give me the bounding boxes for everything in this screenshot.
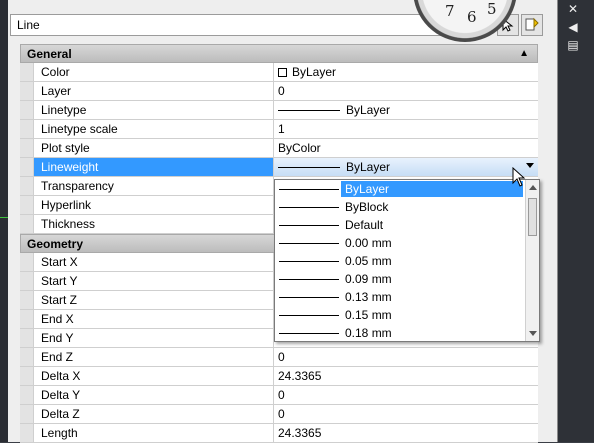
lineweight-swatch-icon	[279, 225, 339, 227]
property-name: Start Z	[34, 291, 274, 309]
dial-numeral-7: 7	[445, 2, 455, 20]
property-row-end-z[interactable]: End Z 0	[20, 348, 538, 367]
property-name: Start Y	[34, 272, 274, 290]
section-title: General	[27, 47, 72, 61]
section-general[interactable]: General ▲	[20, 44, 538, 63]
property-row-color[interactable]: Color ByLayer	[20, 63, 538, 82]
property-row-delta-z[interactable]: Delta Z 0	[20, 405, 538, 424]
scroll-up-icon[interactable]	[529, 185, 537, 190]
property-name: Linetype	[34, 101, 274, 119]
lineweight-swatch-icon	[279, 297, 339, 299]
dropdown-option[interactable]: 0.09 mm	[275, 270, 539, 288]
lineweight-swatch-icon	[279, 261, 339, 263]
scroll-down-icon[interactable]	[529, 331, 537, 336]
property-name: Hyperlink	[34, 196, 274, 214]
scroll-thumb[interactable]	[528, 198, 537, 236]
property-name: Length	[34, 424, 274, 442]
property-value[interactable]: 24.3365	[274, 424, 538, 442]
mouse-cursor-icon	[512, 167, 526, 187]
collapse-icon[interactable]: ▲	[519, 48, 529, 59]
property-name: Thickness	[34, 215, 274, 233]
property-name: Layer	[34, 82, 274, 100]
property-value[interactable]: 24.3365	[274, 367, 538, 385]
dropdown-scrollbar[interactable]	[525, 180, 539, 341]
lineweight-swatch-icon	[279, 333, 339, 335]
property-value[interactable]: 0	[274, 348, 538, 366]
color-swatch-icon	[278, 68, 287, 77]
property-name: Lineweight	[34, 158, 274, 176]
section-title: Geometry	[27, 237, 84, 251]
properties-menu-icon[interactable]: ▤	[566, 38, 580, 52]
lineweight-swatch-icon	[279, 279, 339, 281]
property-name: Delta X	[34, 367, 274, 385]
dropdown-option[interactable]: 0.18 mm	[275, 324, 539, 341]
lineweight-dropdown-list[interactable]: ByLayer ByBlock Default 0.00 mm 0.05 mm …	[274, 179, 540, 342]
property-name: Delta Z	[34, 405, 274, 423]
lineweight-dropdown[interactable]: ByLayer	[274, 158, 538, 176]
property-name: Plot style	[34, 139, 274, 157]
dropdown-option[interactable]: 0.15 mm	[275, 306, 539, 324]
dropdown-option[interactable]: 0.05 mm	[275, 252, 539, 270]
quick-select-button[interactable]	[521, 14, 543, 36]
lineweight-swatch-icon	[278, 167, 340, 169]
property-value[interactable]: ByLayer	[274, 63, 538, 81]
palette-titlebar: ✕ ◀ ▤	[558, 0, 594, 442]
property-name: Delta Y	[34, 386, 274, 404]
lineweight-swatch-icon	[279, 207, 339, 209]
property-name: End Y	[34, 329, 274, 347]
property-row-delta-x[interactable]: Delta X 24.3365	[20, 367, 538, 386]
property-row-length[interactable]: Length 24.3365	[20, 424, 538, 443]
lineweight-swatch-icon	[279, 315, 339, 317]
property-value[interactable]: ByColor	[274, 139, 538, 157]
property-name: Color	[34, 63, 274, 81]
dropdown-option[interactable]: ByLayer	[275, 180, 539, 198]
property-value[interactable]: 0	[274, 386, 538, 404]
property-row-lineweight[interactable]: Lineweight ByLayer	[20, 158, 538, 177]
property-name: Linetype scale	[34, 120, 274, 138]
property-value[interactable]: 1	[274, 120, 538, 138]
auto-hide-icon[interactable]: ◀	[566, 20, 580, 34]
dropdown-option[interactable]: Default	[275, 216, 539, 234]
property-name: End Z	[34, 348, 274, 366]
quick-select-icon	[525, 17, 539, 31]
property-name: Transparency	[34, 177, 274, 195]
property-name: End X	[34, 310, 274, 328]
dial-numeral-5: 5	[487, 0, 497, 18]
property-row-linetype-scale[interactable]: Linetype scale 1	[20, 120, 538, 139]
property-value[interactable]: 0	[274, 82, 538, 100]
property-row-plot-style[interactable]: Plot style ByColor	[20, 139, 538, 158]
dropdown-arrow-icon[interactable]	[526, 163, 534, 168]
close-icon[interactable]: ✕	[566, 2, 580, 16]
dropdown-option[interactable]: 0.13 mm	[275, 288, 539, 306]
dropdown-option[interactable]: 0.00 mm	[275, 234, 539, 252]
drawing-area[interactable]	[0, 0, 8, 442]
object-type-value: Line	[17, 18, 40, 32]
property-value[interactable]: ByLayer	[274, 101, 538, 119]
property-value[interactable]: 0	[274, 405, 538, 423]
property-row-linetype[interactable]: Linetype ByLayer	[20, 101, 538, 120]
property-row-delta-y[interactable]: Delta Y 0	[20, 386, 538, 405]
dial-numeral-6: 6	[467, 8, 477, 26]
lineweight-swatch-icon	[279, 243, 339, 245]
property-row-layer[interactable]: Layer 0	[20, 82, 538, 101]
linetype-swatch-icon	[278, 110, 340, 112]
object-type-selector[interactable]: Line	[10, 14, 468, 36]
property-name: Start X	[34, 253, 274, 271]
dropdown-option[interactable]: ByBlock	[275, 198, 539, 216]
lineweight-swatch-icon	[279, 189, 339, 191]
drawing-line	[0, 217, 8, 218]
